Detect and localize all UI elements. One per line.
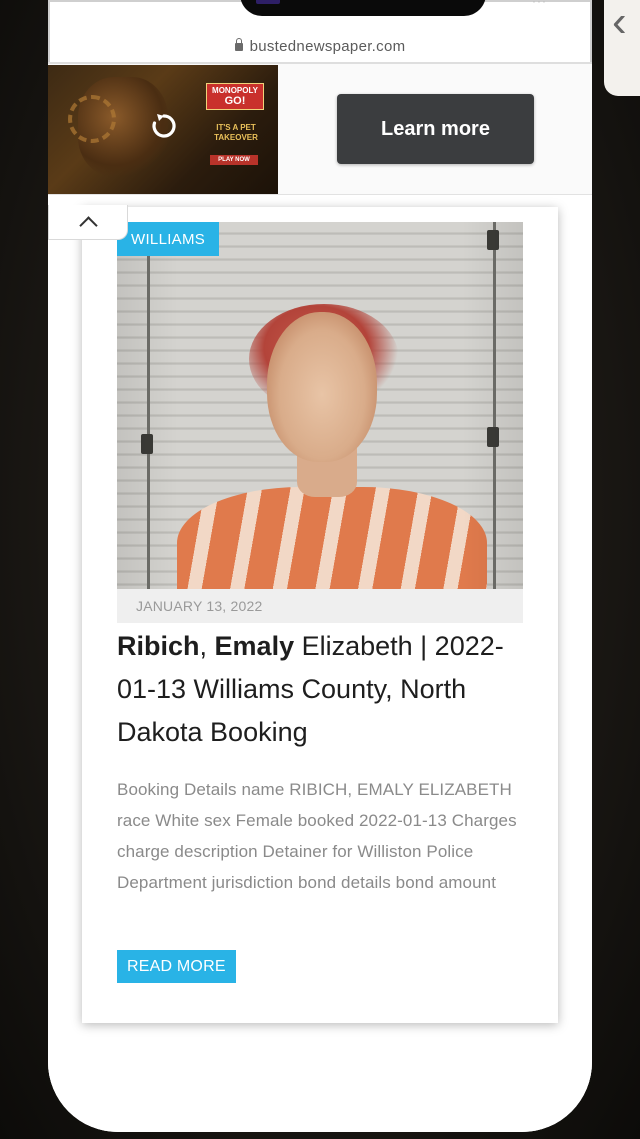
lock-icon — [234, 38, 243, 51]
replay-icon[interactable] — [148, 110, 180, 142]
rail-bracket — [487, 427, 499, 447]
ad-wheel-graphic — [68, 95, 116, 143]
mugshot-image[interactable] — [117, 222, 523, 589]
ad-image[interactable]: MONOPOLY GO! IT'S A PET TAKEOVER PLAY NO… — [48, 65, 278, 194]
person-neck — [297, 447, 357, 497]
person-hair — [249, 304, 399, 414]
url-text: bustednewspaper.com — [249, 37, 406, 55]
post-card: WILLIAMS JANUARY 13, 2022 Ribich, Emaly … — [82, 207, 558, 1023]
post-date: JANUARY 13, 2022 — [117, 589, 523, 623]
title-first-name: Emaly — [214, 631, 295, 661]
ad-brand-logo: MONOPOLY GO! — [206, 83, 264, 110]
ad-brand-line1: MONOPOLY — [212, 86, 258, 95]
person-body — [177, 487, 487, 589]
post-title[interactable]: Ribich, Emaly Elizabeth | 2022-01-13 Wil… — [117, 625, 527, 754]
ad-brand-line2: GO! — [224, 95, 246, 107]
rail-bracket — [487, 230, 499, 250]
chevron-up-icon — [78, 215, 98, 235]
collapse-ad-button[interactable] — [48, 205, 128, 240]
learn-more-button[interactable]: Learn more — [337, 94, 534, 164]
rail-bracket — [141, 434, 153, 454]
address-bar[interactable]: bustednewspaper.com — [48, 30, 592, 62]
read-more-button[interactable]: READ MORE — [117, 950, 236, 983]
title-last-name: Ribich — [117, 631, 200, 661]
phone-screen: ··· bustednewspaper.com MONOPOLY GO! IT'… — [48, 0, 592, 1132]
ad-banner[interactable]: MONOPOLY GO! IT'S A PET TAKEOVER PLAY NO… — [48, 64, 592, 195]
height-chart-rail — [493, 222, 496, 589]
ad-tagline: IT'S A PET TAKEOVER — [214, 123, 258, 142]
title-separator: , — [199, 631, 215, 661]
post-excerpt: Booking Details name RIBICH, EMALY ELIZA… — [117, 780, 517, 892]
height-chart-rail — [147, 222, 150, 589]
ad-play-now[interactable]: PLAY NOW — [210, 155, 258, 165]
person-head — [267, 312, 377, 462]
category-badge[interactable]: WILLIAMS — [117, 222, 220, 256]
status-indicator-icon — [256, 0, 280, 4]
chevron-left-icon[interactable]: ‹ — [612, 0, 627, 44]
status-dots: ··· — [532, 0, 547, 8]
